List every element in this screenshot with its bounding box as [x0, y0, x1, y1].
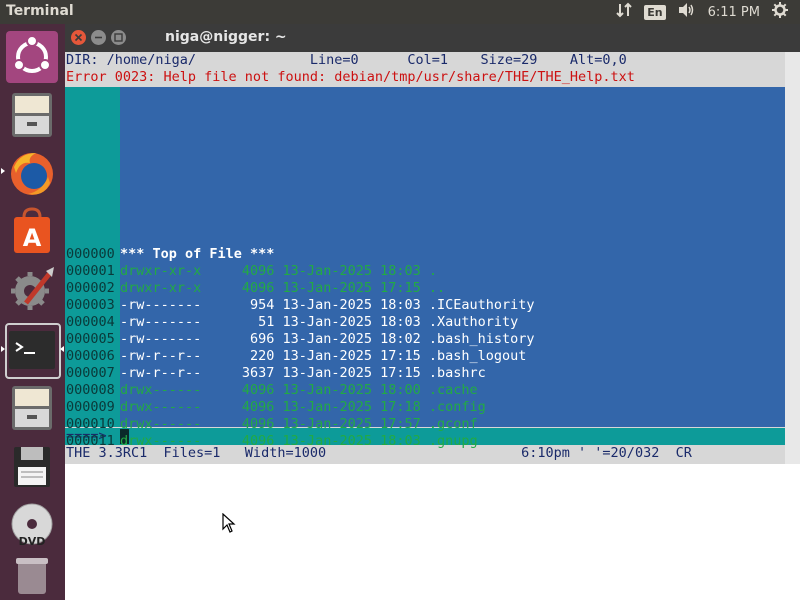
terminal-window: niga@nigger: ~ DIR: /home/niga/ Line=0 C… [65, 24, 800, 464]
svg-text:A: A [23, 224, 42, 252]
line-number: 000010 [66, 416, 115, 432]
minimize-icon[interactable] [91, 30, 106, 45]
software-center-icon[interactable]: A [6, 205, 58, 257]
active-app-title: Terminal [6, 3, 74, 19]
file-row[interactable]: -rw------- 51 13-Jan-2025 18:03 .Xauthor… [120, 314, 518, 331]
system-gear-icon[interactable] [772, 2, 788, 22]
trash-icon[interactable] [6, 554, 58, 596]
line-number: 000005 [66, 331, 115, 347]
line-number: 000001 [66, 263, 115, 279]
maximize-icon[interactable] [111, 30, 126, 45]
window-title: niga@nigger: ~ [165, 29, 287, 45]
file-row[interactable]: drwx------ 4096 13-Jan-2025 17:18 .confi… [120, 399, 486, 416]
terminal-area[interactable]: DIR: /home/niga/ Line=0 Col=1 Size=29 Al… [65, 52, 800, 464]
error-message: Error 0023: Help file not found: debian/… [66, 69, 635, 85]
file-row[interactable]: drwx------ 4096 13-Jan-2025 17:57 .gconf [120, 416, 478, 433]
line-number: 000009 [66, 399, 115, 415]
system-settings-icon[interactable] [6, 263, 58, 315]
mouse-pointer-icon [222, 512, 236, 537]
launcher: A DVD [0, 24, 65, 600]
file-row[interactable]: drwxr-xr-x 4096 13-Jan-2025 17:15 .. [120, 280, 445, 297]
file-row[interactable]: -rw------- 696 13-Jan-2025 18:02 .bash_h… [120, 331, 535, 348]
network-icon[interactable] [616, 2, 632, 22]
line-number: 000008 [66, 382, 115, 398]
system-tray: En 6:11 PM [616, 0, 800, 24]
file-row[interactable]: -rw-r--r-- 220 13-Jan-2025 17:15 .bash_l… [120, 348, 526, 365]
line-number: 000007 [66, 365, 115, 381]
window-titlebar[interactable]: niga@nigger: ~ [65, 24, 800, 52]
line-number: 000004 [66, 314, 115, 330]
line-number: 000003 [66, 297, 115, 313]
editor-header-line: DIR: /home/niga/ Line=0 Col=1 Size=29 Al… [66, 52, 627, 68]
top-of-file-marker: *** Top of File *** [120, 246, 275, 262]
top-of-file-line-number: 000000 [66, 246, 115, 262]
clock[interactable]: 6:11 PM [708, 5, 760, 20]
file-row[interactable]: drwx------ 4096 13-Jan-2025 18:00 .cache [120, 382, 478, 399]
svg-text:DVD: DVD [19, 535, 46, 548]
line-number: 000006 [66, 348, 115, 364]
top-panel: Terminal En 6:11 PM [0, 0, 800, 24]
firefox-icon[interactable] [6, 147, 58, 199]
terminal-icon[interactable] [5, 323, 61, 379]
line-number: 000011 [66, 433, 115, 449]
vertical-scrollbar[interactable] [785, 52, 800, 464]
file-row[interactable]: drwxr-xr-x 4096 13-Jan-2025 18:03 . [120, 263, 437, 280]
files-icon-2[interactable] [6, 382, 58, 434]
terminal-running-indicator [1, 346, 5, 352]
dvd-icon[interactable]: DVD [6, 500, 58, 552]
floppy-save-icon[interactable] [6, 441, 58, 493]
file-row[interactable]: drwx------ 4096 13-Jan-2025 18:03 .gnupg [120, 433, 478, 450]
keyboard-language-indicator[interactable]: En [644, 4, 666, 20]
line-number: 000002 [66, 280, 115, 296]
ubuntu-dash-icon[interactable] [6, 31, 58, 83]
terminal-focused-indicator [60, 346, 64, 352]
firefox-running-indicator [1, 168, 5, 174]
volume-icon[interactable] [678, 2, 696, 22]
close-icon[interactable] [71, 30, 86, 45]
file-row[interactable]: -rw-r--r-- 3637 13-Jan-2025 17:15 .bashr… [120, 365, 486, 382]
files-icon[interactable] [6, 89, 58, 141]
file-row[interactable]: -rw------- 954 13-Jan-2025 18:03 .ICEaut… [120, 297, 535, 314]
